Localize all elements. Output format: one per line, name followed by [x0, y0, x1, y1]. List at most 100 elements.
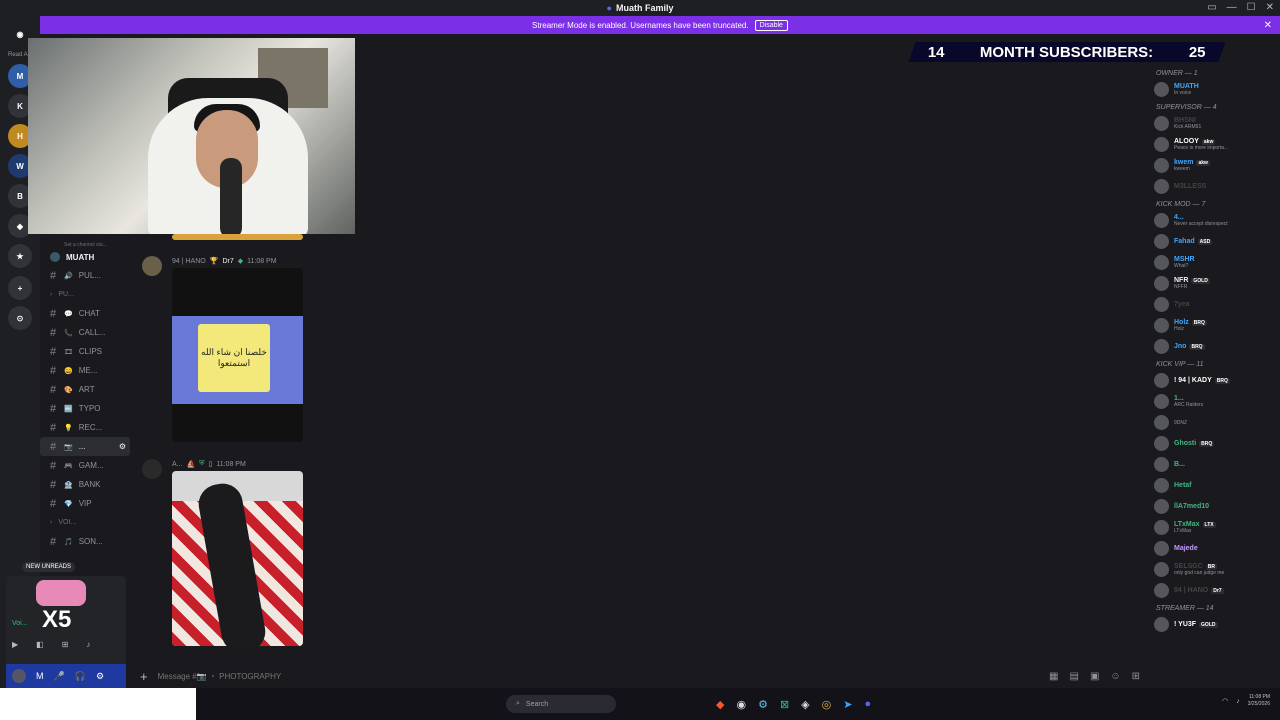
- member-item[interactable]: MSHR What?: [1146, 252, 1280, 273]
- gift-icon[interactable]: ▦: [1049, 671, 1058, 682]
- taskbar-search[interactable]: ⌕ Search: [506, 695, 616, 713]
- member-item[interactable]: llA7med10: [1146, 496, 1280, 517]
- message-input[interactable]: [157, 671, 458, 681]
- inbox-icon[interactable]: ▭: [1207, 2, 1216, 13]
- brave-icon[interactable]: ◆: [716, 698, 724, 711]
- settings-gear-icon[interactable]: ⚙: [96, 671, 104, 682]
- member-item[interactable]: 94 | HANO Dr7: [1146, 580, 1280, 601]
- message-author-1[interactable]: 94 | HANO: [172, 258, 206, 265]
- member-avatar: [1154, 478, 1169, 493]
- member-item[interactable]: NFR GOLD NFFR: [1146, 273, 1280, 294]
- add-attachment-icon[interactable]: +: [140, 669, 148, 684]
- channel-item[interactable]: # 💎 VIP: [40, 494, 130, 513]
- member-item[interactable]: 9DNZ: [1146, 412, 1280, 433]
- channel-item[interactable]: # 🔤 TYPO: [40, 399, 130, 418]
- server-header[interactable]: MUATH: [40, 248, 130, 266]
- sticker-icon[interactable]: ▣: [1090, 671, 1099, 682]
- server-icon-7[interactable]: ★: [8, 244, 32, 268]
- member-item[interactable]: ALOOY akw Peace is more importa...: [1146, 134, 1280, 155]
- steam-icon[interactable]: ⚙: [758, 698, 768, 711]
- user-avatar[interactable]: [12, 669, 26, 683]
- member-item[interactable]: B...: [1146, 454, 1280, 475]
- volume-icon[interactable]: ♪: [1236, 698, 1240, 705]
- xbox-icon[interactable]: ⊠: [780, 698, 789, 711]
- wifi-icon[interactable]: ◠: [1222, 697, 1228, 705]
- clock[interactable]: 11:08 PM 3/25/2026: [1248, 694, 1270, 708]
- channel-item[interactable]: # 🎵 SON...: [40, 532, 130, 551]
- soundboard-icon[interactable]: ♪: [86, 640, 90, 649]
- member-avatar: [1154, 276, 1169, 291]
- activity-icon[interactable]: ⊞: [62, 640, 69, 649]
- member-text: ALOOY akw Peace is more importa...: [1174, 138, 1228, 151]
- channel-item[interactable]: # 🏦 BANK: [40, 475, 130, 494]
- member-item[interactable]: kwem akw kweem: [1146, 155, 1280, 176]
- member-text: MSHR What?: [1174, 256, 1195, 269]
- channel-item[interactable]: # 🔊 PUL...: [40, 266, 130, 285]
- telegram-icon[interactable]: ➤: [843, 698, 852, 711]
- voice-connected-label[interactable]: Voi...: [12, 620, 28, 627]
- channel-item[interactable]: # 📞 CALL...: [40, 323, 130, 342]
- channel-item[interactable]: # 💬 CHAT: [40, 304, 130, 323]
- member-item[interactable]: Ghosti BRQ: [1146, 433, 1280, 454]
- member-item[interactable]: ! 94 | KADY BRQ: [1146, 370, 1280, 391]
- message-avatar-1[interactable]: [142, 256, 162, 276]
- member-item[interactable]: M3LLESS: [1146, 176, 1280, 197]
- minimize-button[interactable]: —: [1227, 2, 1237, 13]
- emoji-icon[interactable]: ☺: [1110, 671, 1120, 682]
- add-server-icon[interactable]: +: [8, 276, 32, 300]
- member-item[interactable]: Majede: [1146, 538, 1280, 559]
- member-item[interactable]: BHSNI Kick ARM91: [1146, 113, 1280, 134]
- channel-item[interactable]: # 🎨 ART: [40, 380, 130, 399]
- shield-badge-icon: ⛨: [199, 460, 205, 467]
- member-name: MSHR: [1174, 256, 1195, 263]
- member-item[interactable]: 7yea: [1146, 294, 1280, 315]
- new-unreads-pill[interactable]: NEW UNREADS: [22, 562, 76, 572]
- member-avatar: [1154, 562, 1169, 577]
- member-item[interactable]: Fahad ASD: [1146, 231, 1280, 252]
- message-avatar-2[interactable]: [142, 459, 162, 479]
- channel-item[interactable]: # 🎮 GAM...: [40, 456, 130, 475]
- mic-icon[interactable]: 🎤: [54, 671, 65, 682]
- previous-attachment-image[interactable]: [172, 234, 303, 240]
- maximize-button[interactable]: ☐: [1247, 2, 1256, 13]
- member-item[interactable]: Jno BRQ: [1146, 336, 1280, 357]
- member-name: 94 | HANO: [1174, 587, 1209, 594]
- member-text: Fahad ASD: [1174, 238, 1213, 245]
- member-item[interactable]: Hetaf: [1146, 475, 1280, 496]
- member-item[interactable]: 4... Never accept disrespect: [1146, 210, 1280, 231]
- member-item[interactable]: SELSGC BR only god can judge me: [1146, 559, 1280, 580]
- channel-item[interactable]: # 📷... ⚙: [40, 437, 130, 456]
- disable-streamer-button[interactable]: Disable: [754, 19, 788, 31]
- member-item[interactable]: MUATH In voice: [1146, 79, 1280, 100]
- member-status: In voice: [1174, 90, 1192, 96]
- member-item[interactable]: LTxMax LTX LTxMax: [1146, 517, 1280, 538]
- discover-icon[interactable]: ⊙: [8, 306, 32, 330]
- channel-category[interactable]: › VOI...: [40, 513, 130, 532]
- channel-item[interactable]: # 😄 ME...: [40, 361, 130, 380]
- message-author-2[interactable]: A...: [172, 461, 183, 468]
- member-text: M3LLESS: [1174, 183, 1206, 190]
- camera-icon[interactable]: ▶: [12, 640, 18, 649]
- channel-settings-icon[interactable]: ⚙: [119, 442, 126, 451]
- channel-category[interactable]: › PU...: [40, 285, 130, 304]
- screen-share-icon[interactable]: ◧: [36, 640, 44, 649]
- user-name[interactable]: M: [36, 671, 44, 681]
- discord-taskbar-icon[interactable]: ●: [864, 698, 871, 711]
- channel-item[interactable]: # 🎞 CLIPS: [40, 342, 130, 361]
- close-banner-icon[interactable]: ✕: [1264, 20, 1272, 31]
- chrome-icon[interactable]: ◎: [822, 698, 832, 711]
- member-item[interactable]: ! YU3F GOLD: [1146, 614, 1280, 635]
- gif-icon[interactable]: ▤: [1069, 671, 1078, 682]
- obs-icon[interactable]: ◉: [736, 698, 746, 711]
- message-attachment-image-2[interactable]: [172, 471, 303, 646]
- member-name: kwem: [1174, 159, 1194, 166]
- epic-icon[interactable]: ◈: [801, 698, 809, 711]
- channel-emoji-icon: 🔤: [64, 405, 73, 413]
- close-window-button[interactable]: ✕: [1266, 2, 1274, 13]
- channel-item[interactable]: # 💡 REC...: [40, 418, 130, 437]
- member-item[interactable]: 1... ARC Raiders: [1146, 391, 1280, 412]
- message-attachment-image-1[interactable]: خلصنا ان شاء الله استمتعوا: [172, 268, 303, 442]
- member-item[interactable]: Holz BRQ Holz: [1146, 315, 1280, 336]
- headset-icon[interactable]: 🎧: [75, 671, 86, 682]
- apps-icon[interactable]: ⊞: [1132, 671, 1140, 682]
